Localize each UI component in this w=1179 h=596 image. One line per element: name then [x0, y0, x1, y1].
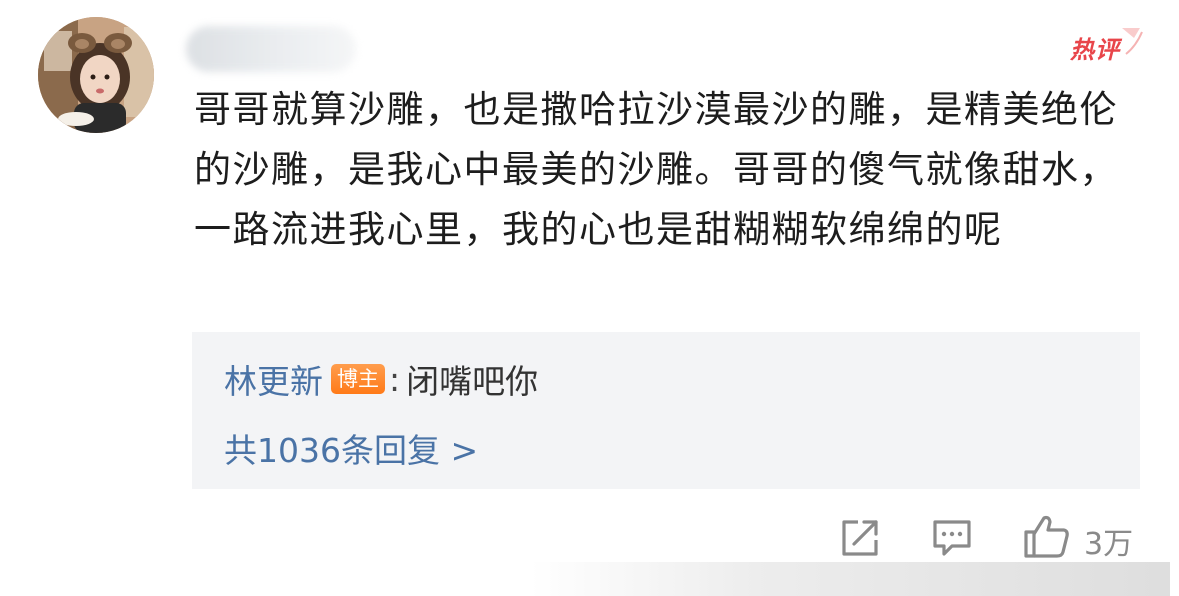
reply-separator: :	[389, 359, 401, 399]
comment-card: 热评 哥哥就算沙雕，也是撒哈拉沙漠最沙的雕，是精美绝伦的沙雕，是我心中最美的沙雕…	[0, 0, 1179, 596]
username-blurred[interactable]	[186, 26, 356, 72]
repost-icon[interactable]	[838, 516, 882, 560]
avatar-image	[38, 17, 154, 133]
like-count: 3万	[1084, 527, 1134, 562]
avatar[interactable]	[38, 17, 154, 133]
bottom-fade-strip	[530, 562, 1170, 596]
host-badge: 博主	[331, 364, 385, 394]
reply-preview-box[interactable]: 林更新 博主 : 闭嘴吧你 共1036条回复 >	[192, 332, 1140, 489]
reply-line: 林更新 博主 : 闭嘴吧你	[224, 355, 539, 403]
comment-icon[interactable]	[930, 516, 974, 560]
view-replies-link[interactable]: 共1036条回复 >	[224, 424, 478, 472]
reply-author-link[interactable]: 林更新	[224, 355, 323, 403]
reply-content: 闭嘴吧你	[406, 362, 539, 401]
hot-label: 热评	[1070, 36, 1120, 64]
comment-body: 哥哥就算沙雕，也是撒哈拉沙漠最沙的雕，是精美绝伦的沙雕，是我心中最美的沙雕。哥哥…	[194, 88, 1118, 251]
thumbs-up-icon[interactable]	[1022, 512, 1072, 560]
hot-comment-badge: 热评	[1064, 24, 1144, 68]
